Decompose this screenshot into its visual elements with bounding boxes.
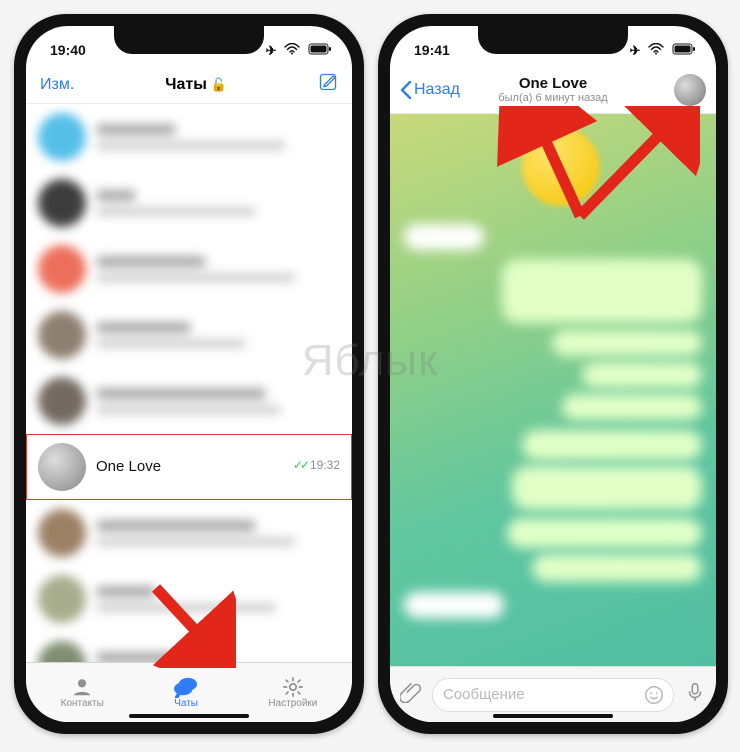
chat-time: ✓✓19:32 xyxy=(293,458,340,472)
last-seen: был(а) 6 минут назад xyxy=(498,92,607,104)
tab-chats-label: Чаты xyxy=(174,698,198,709)
home-indicator[interactable] xyxy=(129,714,249,718)
chat-row[interactable] xyxy=(26,566,352,632)
message-bubble[interactable] xyxy=(532,554,702,582)
battery-icon xyxy=(672,43,696,58)
back-label: Назад xyxy=(414,81,460,99)
airplane-icon: ✈︎ xyxy=(266,43,277,58)
message-bubble[interactable] xyxy=(552,330,702,356)
message-bubble[interactable] xyxy=(582,362,702,388)
message-bubble[interactable] xyxy=(507,518,702,548)
status-time: 19:40 xyxy=(50,42,86,58)
back-button[interactable]: Назад xyxy=(400,81,460,99)
chat-row[interactable] xyxy=(26,500,352,566)
airplane-icon: ✈︎ xyxy=(630,43,641,58)
home-indicator[interactable] xyxy=(493,714,613,718)
message-bubble[interactable] xyxy=(512,466,702,510)
wifi-icon xyxy=(284,43,304,58)
chat-row[interactable] xyxy=(26,236,352,302)
status-icons: ✈︎ xyxy=(262,42,332,59)
voice-button[interactable] xyxy=(684,681,706,708)
message-bubble[interactable] xyxy=(562,394,702,420)
tab-chats[interactable]: Чаты xyxy=(173,676,199,709)
chat-background[interactable] xyxy=(390,114,716,666)
nav-bar: Изм. Чаты 🔓 xyxy=(26,66,352,104)
page-title: Чаты 🔓 xyxy=(165,76,227,94)
avatar xyxy=(38,443,86,491)
tab-bar: Контакты Чаты Настройки xyxy=(26,662,352,722)
tab-contacts-label: Контакты xyxy=(61,698,104,709)
chat-name: One Love xyxy=(498,75,607,92)
unlock-icon: 🔓 xyxy=(211,77,227,93)
screen-right: 19:41 ✈︎ Назад One Love был(а) 6 минут н… xyxy=(390,26,716,722)
notch xyxy=(114,26,264,54)
status-icons: ✈︎ xyxy=(626,42,696,59)
sticker-button[interactable] xyxy=(643,684,665,710)
battery-icon xyxy=(308,43,332,58)
tab-settings-label: Настройки xyxy=(268,698,317,709)
compose-button[interactable] xyxy=(318,72,338,97)
chat-row[interactable] xyxy=(26,170,352,236)
wifi-icon xyxy=(648,43,668,58)
message-input[interactable]: Сообщение xyxy=(432,678,674,712)
chat-name: One Love xyxy=(96,458,161,475)
message-placeholder: Сообщение xyxy=(443,686,525,703)
page-title-text: Чаты xyxy=(165,76,207,94)
chat-title-area[interactable]: One Love был(а) 6 минут назад xyxy=(498,75,607,104)
message-bubble[interactable] xyxy=(404,592,504,618)
chat-nav-bar: Назад One Love был(а) 6 минут назад xyxy=(390,66,716,114)
attach-button[interactable] xyxy=(400,681,422,708)
status-time: 19:41 xyxy=(414,42,450,58)
chat-row-one-love[interactable]: One Love ✓✓19:32 xyxy=(26,434,352,500)
edit-button[interactable]: Изм. xyxy=(40,76,74,94)
tab-contacts[interactable]: Контакты xyxy=(61,676,104,709)
read-checks-icon: ✓✓ xyxy=(293,458,307,472)
tab-settings[interactable]: Настройки xyxy=(268,676,317,709)
message-bubble[interactable] xyxy=(522,430,702,460)
chat-avatar[interactable] xyxy=(674,74,706,106)
chat-row[interactable] xyxy=(26,632,352,662)
sticker-emoji xyxy=(522,128,600,206)
watermark: Яблык xyxy=(302,336,439,386)
chat-row[interactable] xyxy=(26,104,352,170)
message-bubble[interactable] xyxy=(404,224,484,250)
message-bubble[interactable] xyxy=(502,259,702,323)
notch xyxy=(478,26,628,54)
